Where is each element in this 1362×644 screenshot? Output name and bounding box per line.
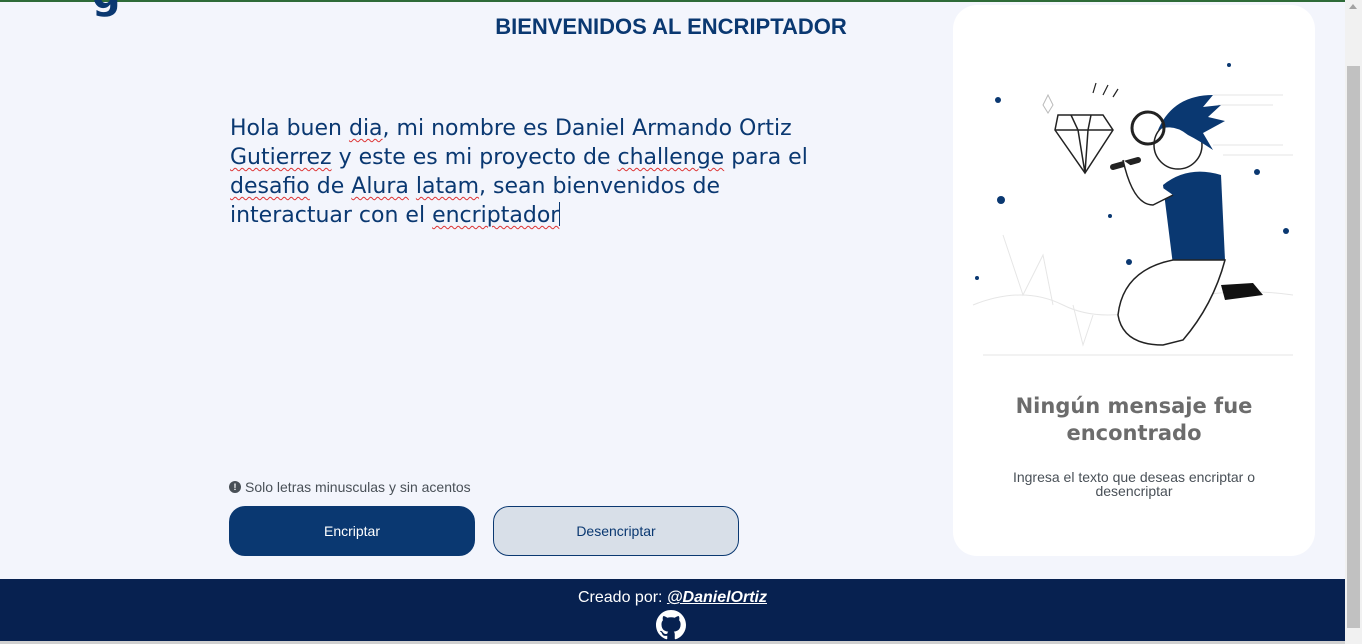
misspelled-word: Gutierrez — [230, 145, 332, 170]
decrypt-button[interactable]: Desencriptar — [493, 506, 739, 556]
misspelled-word: Alura — [351, 174, 409, 199]
output-panel: Ningún mensaje fue encontrado Ingresa el… — [953, 5, 1315, 556]
message-text-segment — [409, 174, 416, 199]
footer-credit: Creado por: @DanielOrtiz — [0, 589, 1345, 607]
message-text-segment: y este es mi proyecto de — [331, 145, 618, 170]
misspelled-word: desafio — [230, 174, 310, 199]
input-hint: ! Solo letras minusculas y sin acentos — [229, 479, 471, 495]
hint-text: Solo letras minusculas y sin acentos — [245, 479, 471, 495]
empty-state-subtitle: Ingresa el texto que deseas encriptar o … — [1012, 469, 1256, 499]
scrollbar-thumb[interactable] — [1347, 66, 1360, 628]
misspelled-word: challenge — [617, 145, 725, 170]
message-text-segment: Hola — [230, 116, 287, 141]
misspelled-word: encriptador — [432, 203, 560, 228]
encrypt-button[interactable]: Encriptar — [229, 506, 475, 556]
message-textarea[interactable]: Hola buen dia, mi nombre es Daniel Arman… — [230, 114, 830, 434]
text-caret — [559, 202, 561, 226]
page-title-text: BIENVENIDOS AL ENCRIPTADOR — [495, 14, 847, 39]
github-icon[interactable] — [656, 610, 686, 640]
person-with-magnifying-glass-illustration — [972, 63, 1294, 356]
info-icon: ! — [229, 481, 241, 493]
message-text-segment: de — [309, 174, 352, 199]
message-text-segment: buen — [286, 116, 349, 141]
misspelled-word: latam — [415, 174, 480, 199]
empty-state-title: Ningún mensaje fue encontrado — [1015, 394, 1253, 445]
scroll-up-arrow-icon[interactable] — [1349, 4, 1357, 9]
message-text-segment: , mi nombre es Daniel Armando Ortiz — [382, 116, 792, 141]
author-link[interactable]: @DanielOrtiz — [667, 589, 767, 606]
message-text-segment: para el — [724, 145, 808, 170]
top-border — [0, 0, 1362, 2]
footer: Creado por: @DanielOrtiz — [0, 579, 1345, 644]
misspelled-word: dia — [348, 116, 383, 141]
credit-prefix: Creado por: — [578, 589, 667, 606]
